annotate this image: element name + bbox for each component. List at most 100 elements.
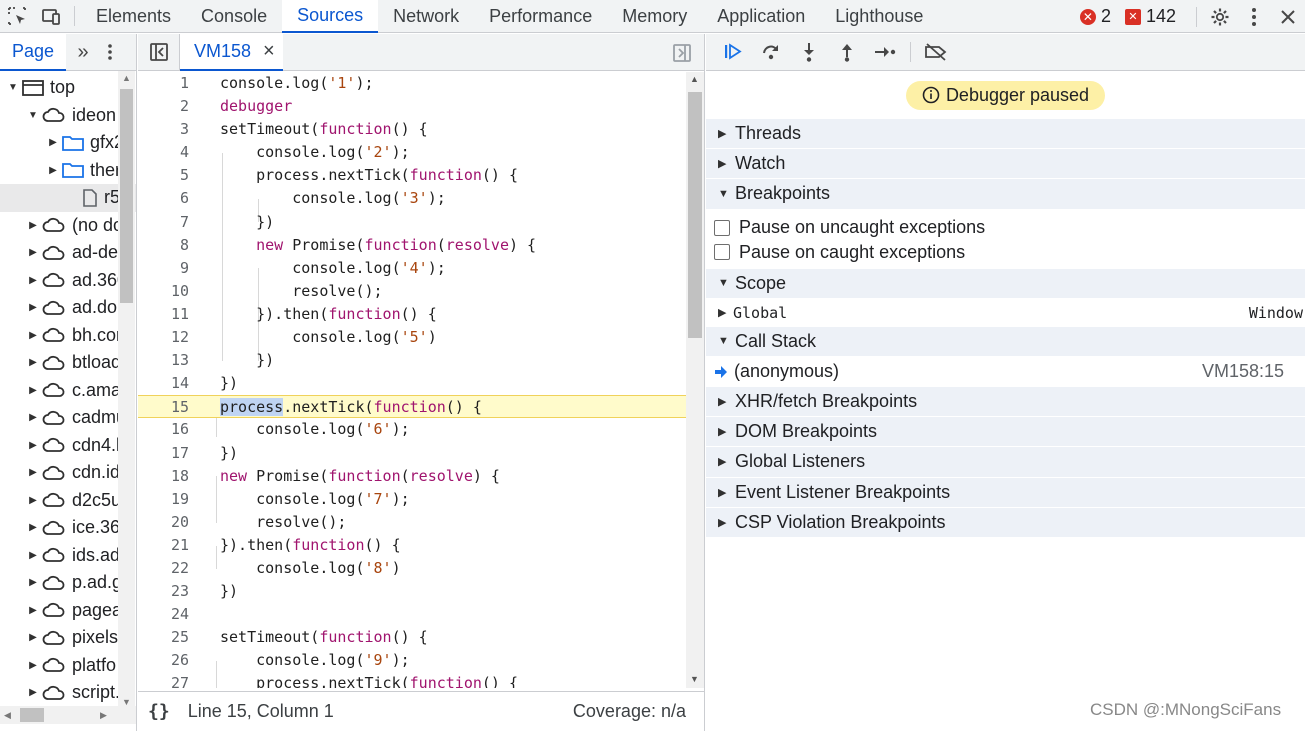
line-number[interactable]: 20	[138, 511, 189, 534]
inspect-element-icon[interactable]	[0, 0, 34, 33]
scroll-right-arrow-icon[interactable]: ▶	[100, 710, 107, 721]
line-number[interactable]: 6	[138, 187, 189, 210]
tree-item[interactable]: ▶ btload	[0, 349, 136, 377]
pause-uncaught-option[interactable]: Pause on uncaught exceptions	[706, 216, 1305, 241]
tab-application[interactable]: Application	[702, 0, 820, 33]
section-csp-violation-breakpoints[interactable]: ▶ CSP Violation Breakpoints	[706, 507, 1305, 538]
code-area[interactable]: 1 console.log('1'); 2 debugger 3 setTimeout…	[138, 72, 686, 688]
line-number[interactable]: 11	[138, 303, 189, 326]
tree-item[interactable]: r5Kl	[0, 184, 136, 212]
step-into-icon[interactable]	[790, 34, 828, 71]
section-global-listeners[interactable]: ▶ Global Listeners	[706, 447, 1305, 478]
deactivate-breakpoints-icon[interactable]	[917, 34, 955, 71]
line-number[interactable]: 26	[138, 649, 189, 672]
line-number[interactable]: 17	[138, 442, 189, 465]
line-number[interactable]: 10	[138, 280, 189, 303]
horizontal-scroll-thumb[interactable]	[20, 708, 44, 722]
pause-caught-checkbox[interactable]	[714, 244, 730, 261]
line-number[interactable]: 21	[138, 534, 189, 557]
tab-network[interactable]: Network	[378, 0, 474, 33]
scroll-thumb[interactable]	[688, 92, 702, 338]
close-devtools-icon[interactable]	[1271, 0, 1305, 33]
tree-item[interactable]: ▶ ad.360	[0, 267, 136, 295]
tab-memory[interactable]: Memory	[607, 0, 702, 33]
tree-item[interactable]: ▶ ice.36	[0, 514, 136, 542]
tree-item[interactable]: ▶ ids.ad	[0, 542, 136, 570]
scope-global-row[interactable]: ▶ Global Window	[706, 299, 1305, 327]
tree-item[interactable]: ▶ script.	[0, 679, 136, 707]
expand-triangle-icon[interactable]: ▶	[28, 302, 38, 313]
line-number[interactable]: 13	[138, 349, 189, 372]
tree-item[interactable]: ▶ cdn4.l	[0, 432, 136, 460]
expand-triangle-icon[interactable]: ▶	[28, 412, 38, 423]
expand-triangle-icon[interactable]: ▶	[28, 522, 38, 533]
issue-counter[interactable]: ✕ 142	[1124, 6, 1176, 27]
tree-item[interactable]: ▶ c.ama	[0, 377, 136, 405]
expand-triangle-icon[interactable]: ▶	[28, 495, 38, 506]
expand-triangle-icon[interactable]: ▶	[28, 440, 38, 451]
tab-sources[interactable]: Sources	[282, 0, 379, 33]
expand-triangle-icon[interactable]: ▶	[28, 550, 38, 561]
tree-item[interactable]: ▶ cadmu	[0, 404, 136, 432]
tree-item[interactable]: ▶ platfo	[0, 652, 136, 680]
error-counter[interactable]: ✕ 2	[1079, 6, 1111, 27]
expand-triangle-icon[interactable]: ▶	[28, 275, 38, 286]
collapse-triangle-icon[interactable]: ▼	[8, 82, 18, 93]
tree-item[interactable]: ▶ gfx2	[0, 129, 136, 157]
tree-item[interactable]: ▶ cdn.id	[0, 459, 136, 487]
pause-caught-option[interactable]: Pause on caught exceptions	[706, 240, 1305, 265]
scroll-thumb[interactable]	[120, 89, 133, 303]
line-number[interactable]: 1	[138, 72, 189, 95]
scroll-up-arrow-icon[interactable]: ▲	[122, 73, 131, 83]
navigator-horizontal-scrollbar[interactable]: ◀ ▶	[0, 706, 136, 724]
line-number[interactable]: 23	[138, 580, 189, 603]
tree-item[interactable]: ▶ ad.do	[0, 294, 136, 322]
line-number[interactable]: 25	[138, 626, 189, 649]
tree-item[interactable]: ▼ top	[0, 74, 136, 102]
line-number[interactable]: 12	[138, 326, 189, 349]
tree-item[interactable]: ▶ (no do	[0, 212, 136, 240]
toggle-debugger-sidebar-icon[interactable]	[672, 43, 692, 63]
section-scope[interactable]: ▼ Scope	[706, 268, 1305, 299]
line-number[interactable]: 9	[138, 257, 189, 280]
editor-vertical-scrollbar[interactable]: ▲ ▼	[686, 72, 704, 688]
line-number[interactable]: 4	[138, 141, 189, 164]
expand-triangle-icon[interactable]: ▶	[28, 357, 38, 368]
more-options-icon[interactable]	[1237, 0, 1271, 33]
tree-item[interactable]: ▶ bh.cor	[0, 322, 136, 350]
line-number[interactable]: 16	[138, 418, 189, 441]
line-number[interactable]: 7	[138, 211, 189, 234]
scroll-down-arrow-icon[interactable]: ▼	[690, 674, 699, 684]
expand-triangle-icon[interactable]: ▶	[28, 385, 38, 396]
navigator-vertical-scrollbar[interactable]: ▲ ▼	[118, 71, 135, 709]
pretty-print-braces-icon[interactable]: {}	[148, 701, 170, 722]
line-number[interactable]: 14	[138, 372, 189, 395]
tree-item[interactable]: ▶ pagea	[0, 597, 136, 625]
line-number[interactable]: 22	[138, 557, 189, 580]
expand-triangle-icon[interactable]: ▶	[48, 137, 58, 148]
tree-item[interactable]: ▶ ad-de	[0, 239, 136, 267]
expand-triangle-icon[interactable]: ▶	[28, 330, 38, 341]
line-number[interactable]: 3	[138, 118, 189, 141]
tab-vm158[interactable]: VM158 ×	[180, 33, 283, 71]
pause-uncaught-checkbox[interactable]	[714, 219, 730, 236]
settings-gear-icon[interactable]	[1203, 0, 1237, 33]
resume-icon[interactable]	[714, 34, 752, 71]
line-number[interactable]: 5	[138, 164, 189, 187]
call-frame-location[interactable]: VM158:15	[1202, 361, 1284, 382]
line-number[interactable]: 15	[138, 396, 189, 419]
tree-item[interactable]: ▼ ideon	[0, 102, 136, 130]
section-call-stack[interactable]: ▼ Call Stack	[706, 326, 1305, 357]
line-number[interactable]: 18	[138, 465, 189, 488]
expand-triangle-icon[interactable]: ▶	[28, 247, 38, 258]
call-frame-row[interactable]: (anonymous) VM158:15	[706, 357, 1305, 387]
section-breakpoints[interactable]: ▼ Breakpoints	[706, 179, 1305, 210]
coverage-status[interactable]: Coverage: n/a	[573, 701, 686, 722]
navigator-menu-icon[interactable]	[100, 43, 120, 61]
expand-triangle-icon[interactable]: ▶	[48, 165, 58, 176]
tree-item[interactable]: ▶ ther	[0, 157, 136, 185]
section-threads[interactable]: ▶ Threads	[706, 119, 1305, 150]
tree-item[interactable]: ▶ d2c5u	[0, 487, 136, 515]
tab-lighthouse[interactable]: Lighthouse	[820, 0, 938, 33]
more-tabs-chevron-icon[interactable]: »	[66, 41, 100, 64]
